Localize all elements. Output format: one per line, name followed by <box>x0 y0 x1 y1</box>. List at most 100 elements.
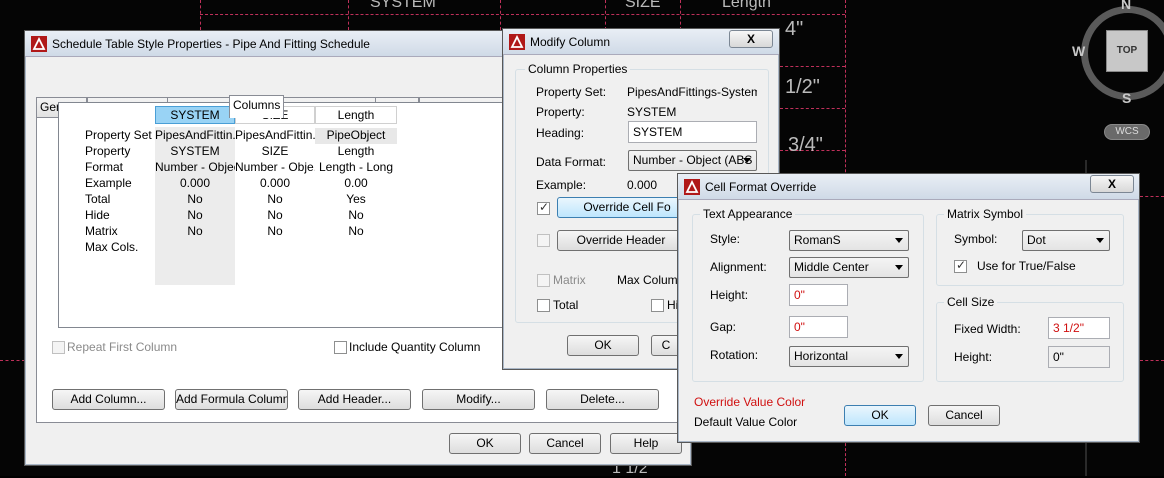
heading-label: Heading: <box>536 126 585 140</box>
group-title: Cell Size <box>944 295 998 309</box>
grid-cell[interactable]: No <box>235 224 315 238</box>
ok-button[interactable]: OK <box>449 433 521 454</box>
height-label: Height: <box>710 288 749 302</box>
grid-cell[interactable]: No <box>235 208 315 222</box>
group-title: Column Properties <box>525 62 631 76</box>
grid-cell[interactable]: No <box>235 192 315 206</box>
cell-format-titlebar[interactable]: Cell Format Override <box>678 174 1139 200</box>
grid-cell[interactable]: PipesAndFittin... <box>235 128 315 142</box>
rotation-label: Rotation: <box>710 348 759 362</box>
grid-cell[interactable]: SIZE <box>235 144 315 158</box>
use-for-true-false-label: Use for True/False <box>977 259 1076 273</box>
grid-cell[interactable]: 0.000 <box>155 176 235 190</box>
ok-button[interactable]: OK <box>567 335 639 356</box>
property-value: SYSTEM <box>627 105 677 119</box>
matrix-checkbox[interactable] <box>537 274 550 287</box>
grid-cell[interactable]: No <box>155 208 235 222</box>
cad-text: 4" <box>785 18 804 40</box>
override-cell-format-checkbox[interactable] <box>537 200 550 215</box>
add-header-button[interactable]: Add Header... <box>298 389 411 410</box>
data-format-dropdown[interactable]: Number - Object (ABS <box>628 150 757 171</box>
use-for-true-false-checkbox[interactable] <box>954 258 967 273</box>
autocad-logo-icon <box>31 36 47 52</box>
compass-south[interactable]: S <box>1122 90 1131 106</box>
grid-cell[interactable]: No <box>155 224 235 238</box>
chevron-down-icon <box>895 238 903 243</box>
heading-input[interactable]: SYSTEM <box>628 121 757 143</box>
table-gridline <box>605 0 606 30</box>
add-formula-column-button[interactable]: Add Formula Column... <box>175 389 288 410</box>
table-gridline <box>348 0 349 30</box>
compass-north[interactable]: N <box>1121 0 1131 12</box>
grid-cell[interactable]: Length - Long <box>315 160 397 174</box>
cell-height-input[interactable]: 0" <box>1048 346 1110 368</box>
column-header-system[interactable]: SYSTEM <box>155 106 235 124</box>
override-cell-format-button[interactable]: Override Cell Fo <box>557 197 697 218</box>
table-gridline <box>1140 360 1164 361</box>
gap-input[interactable]: 0" <box>789 316 848 338</box>
example-label: Example: <box>536 178 587 192</box>
style-dropdown[interactable]: RomanS <box>789 230 909 251</box>
table-gridline <box>0 360 25 361</box>
symbol-dropdown[interactable]: Dot <box>1022 230 1110 251</box>
ok-button[interactable]: OK <box>844 405 916 426</box>
grid-cell[interactable]: No <box>315 208 397 222</box>
cad-text: Length <box>722 0 771 11</box>
grid-cell[interactable]: Number - Obje... <box>235 160 315 174</box>
grid-cell[interactable]: Yes <box>315 192 397 206</box>
compass-west[interactable]: W <box>1072 43 1085 59</box>
chevron-down-icon <box>743 158 751 163</box>
column-header-length[interactable]: Length <box>315 106 397 124</box>
table-gridline <box>680 0 681 30</box>
alignment-dropdown[interactable]: Middle Center <box>789 257 909 278</box>
override-header-button[interactable]: Override Header <box>557 230 685 251</box>
table-gridline <box>500 0 501 30</box>
grid-cell[interactable]: SYSTEM <box>155 144 235 158</box>
cancel-button[interactable]: Cancel <box>529 433 601 454</box>
alignment-label: Alignment: <box>710 260 767 274</box>
delete-button[interactable]: Delete... <box>546 389 659 410</box>
override-header-checkbox[interactable] <box>537 234 550 247</box>
viewcube-top-face[interactable]: TOP <box>1106 30 1148 72</box>
wcs-menu[interactable]: WCS <box>1104 124 1150 140</box>
grid-row-label: Total <box>85 192 111 206</box>
grid-cell[interactable]: PipeObject <box>315 128 397 142</box>
chevron-down-icon <box>895 354 903 359</box>
style-label: Style: <box>710 232 741 246</box>
table-gridline <box>200 0 201 30</box>
gap-label: Gap: <box>710 320 737 334</box>
add-column-button[interactable]: Add Column... <box>52 389 165 410</box>
modify-button[interactable]: Modify... <box>422 389 535 410</box>
dialog-title: Modify Column <box>530 35 611 49</box>
default-value-color-legend: Default Value Color <box>694 415 798 429</box>
grid-row-label: Example <box>85 176 132 190</box>
height-input[interactable]: 0" <box>789 284 848 306</box>
grid-cell[interactable]: PipesAndFittin... <box>155 128 235 142</box>
grid-cell[interactable]: 0.00 <box>315 176 397 190</box>
fixed-width-input[interactable]: 3 1/2" <box>1048 317 1110 339</box>
cad-text: 3/4" <box>788 134 823 156</box>
total-checkbox[interactable] <box>537 299 550 312</box>
grid-cell[interactable]: Number - Objec... <box>155 160 235 174</box>
rotation-dropdown[interactable]: Horizontal <box>789 346 909 367</box>
table-gridline <box>780 108 845 109</box>
grid-row-label: Max Cols. <box>85 240 139 254</box>
hide-checkbox[interactable] <box>651 299 664 312</box>
include-quantity-column-checkbox[interactable] <box>334 341 347 354</box>
cad-text: SIZE <box>625 0 661 11</box>
table-gridline <box>780 66 845 67</box>
property-set-label: Property Set: <box>536 85 607 99</box>
cancel-button[interactable]: Cancel <box>928 405 1000 426</box>
help-button[interactable]: Help <box>610 433 682 454</box>
tab-columns[interactable]: Columns <box>229 95 285 118</box>
repeat-first-column-checkbox[interactable] <box>52 341 65 354</box>
close-button[interactable]: X <box>729 30 773 48</box>
grid-cell[interactable]: No <box>315 224 397 238</box>
grid-cell[interactable]: 0.000 <box>235 176 315 190</box>
symbol-label: Symbol: <box>954 232 998 246</box>
fixed-width-label: Fixed Width: <box>954 322 1021 336</box>
grid-cell[interactable]: No <box>155 192 235 206</box>
cell-size-group <box>936 302 1124 382</box>
grid-cell[interactable]: Length <box>315 144 397 158</box>
close-button[interactable]: X <box>1090 175 1134 193</box>
